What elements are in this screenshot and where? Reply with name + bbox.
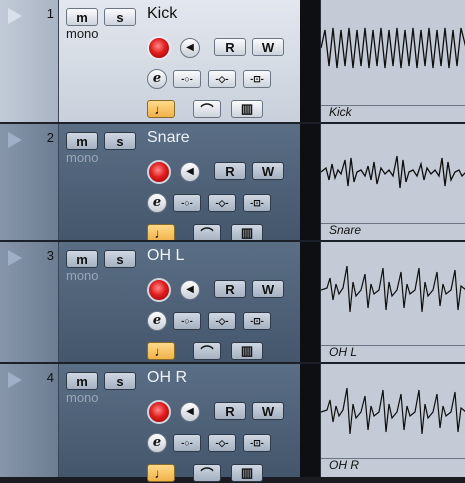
record-icon[interactable] xyxy=(147,400,171,424)
speaker-icon[interactable]: ◀ xyxy=(180,402,200,422)
track-controls: 3 m s OH L mono ◀ R W e -○- -◇- -⊡- ♩ ⌒ … xyxy=(0,242,300,364)
lock-icon[interactable]: ⌒ xyxy=(193,100,221,118)
edit-channel-button[interactable]: e xyxy=(147,69,167,89)
lock-icon[interactable]: ⌒ xyxy=(193,464,221,482)
event-lane[interactable]: Snare xyxy=(320,124,465,242)
solo-button[interactable]: s xyxy=(104,132,136,150)
divider xyxy=(300,242,320,364)
eq-icon[interactable]: -○- xyxy=(173,194,201,212)
lock-icon[interactable]: ⌒ xyxy=(193,342,221,360)
channel-config: mono xyxy=(66,390,99,405)
divider xyxy=(300,364,320,477)
track-list-panel: 1 m s Kick mono ◀ R W e -○- -◇- -⊡- ♩ ⌒ … xyxy=(0,0,465,482)
sends-icon[interactable]: -⊡- xyxy=(243,194,271,212)
track-controls: 4 m s OH R mono ◀ R W e -○- -◇- -⊡- ♩ ⌒ … xyxy=(0,364,300,482)
channel-config: mono xyxy=(66,268,99,283)
sends-icon[interactable]: -⊡- xyxy=(243,434,271,452)
track-row[interactable]: 4 m s OH R mono ◀ R W e -○- -◇- -⊡- ♩ ⌒ … xyxy=(0,364,465,482)
mute-button[interactable]: m xyxy=(66,8,98,26)
write-automation-button[interactable]: W xyxy=(252,162,284,180)
mute-button[interactable]: m xyxy=(66,372,98,390)
edit-channel-button[interactable]: e xyxy=(147,193,167,213)
read-automation-button[interactable]: R xyxy=(214,280,246,298)
track-number-column: 2 xyxy=(0,124,59,242)
mute-button[interactable]: m xyxy=(66,250,98,268)
track-number: 3 xyxy=(46,248,54,263)
waveform xyxy=(321,155,465,189)
track-number: 4 xyxy=(46,370,54,385)
eq-icon[interactable]: -○- xyxy=(173,70,201,88)
channel-config: mono xyxy=(66,26,99,41)
record-icon[interactable] xyxy=(147,36,171,60)
waveform xyxy=(321,265,465,313)
divider xyxy=(300,124,320,242)
divider xyxy=(300,0,320,124)
event-lane[interactable]: Kick xyxy=(320,0,465,124)
track-number: 1 xyxy=(46,6,54,21)
speaker-icon[interactable]: ◀ xyxy=(180,38,200,58)
read-automation-button[interactable]: R xyxy=(214,402,246,420)
read-automation-button[interactable]: R xyxy=(214,162,246,180)
event-name: OH L xyxy=(329,345,358,359)
solo-button[interactable]: s xyxy=(104,8,136,26)
musical-note-icon[interactable]: ♩ xyxy=(147,100,175,118)
solo-button[interactable]: s xyxy=(104,372,136,390)
track-controls: 1 m s Kick mono ◀ R W e -○- -◇- -⊡- ♩ ⌒ … xyxy=(0,0,300,124)
speaker-icon[interactable]: ◀ xyxy=(180,162,200,182)
track-name[interactable]: OH R xyxy=(147,369,187,387)
event-name: Snare xyxy=(329,223,362,237)
inserts-icon[interactable]: -◇- xyxy=(208,312,236,330)
track-controls: 2 m s Snare mono ◀ R W e -○- -◇- -⊡- ♩ ⌒… xyxy=(0,124,300,242)
track-row[interactable]: 3 m s OH L mono ◀ R W e -○- -◇- -⊡- ♩ ⌒ … xyxy=(0,242,465,364)
lanes-icon[interactable]: ▥ xyxy=(231,464,263,482)
triangle-expand-icon[interactable] xyxy=(8,250,22,266)
triangle-expand-icon[interactable] xyxy=(8,372,22,388)
track-row[interactable]: 1 m s Kick mono ◀ R W e -○- -◇- -⊡- ♩ ⌒ … xyxy=(0,0,465,124)
triangle-expand-icon[interactable] xyxy=(8,132,22,148)
event-lane[interactable]: OH L xyxy=(320,242,465,364)
inserts-icon[interactable]: -◇- xyxy=(208,70,236,88)
sends-icon[interactable]: -⊡- xyxy=(243,70,271,88)
edit-channel-button[interactable]: e xyxy=(147,433,167,453)
inserts-icon[interactable]: -◇- xyxy=(208,194,236,212)
track-name[interactable]: Snare xyxy=(147,129,190,147)
track-number-column: 1 xyxy=(0,0,59,124)
eq-icon[interactable]: -○- xyxy=(173,312,201,330)
record-icon[interactable] xyxy=(147,278,171,302)
sends-icon[interactable]: -⊡- xyxy=(243,312,271,330)
waveform xyxy=(321,27,465,69)
speaker-icon[interactable]: ◀ xyxy=(180,280,200,300)
musical-note-icon[interactable]: ♩ xyxy=(147,342,175,360)
track-number-column: 4 xyxy=(0,364,59,477)
event-name: Kick xyxy=(329,105,352,119)
track-number-column: 3 xyxy=(0,242,59,364)
read-automation-button[interactable]: R xyxy=(214,38,246,56)
record-icon[interactable] xyxy=(147,160,171,184)
track-name[interactable]: Kick xyxy=(147,5,177,23)
lanes-icon[interactable]: ▥ xyxy=(231,342,263,360)
edit-channel-button[interactable]: e xyxy=(147,311,167,331)
write-automation-button[interactable]: W xyxy=(252,402,284,420)
musical-note-icon[interactable]: ♩ xyxy=(147,464,175,482)
write-automation-button[interactable]: W xyxy=(252,280,284,298)
event-lane[interactable]: OH R xyxy=(320,364,465,477)
track-row[interactable]: 2 m s Snare mono ◀ R W e -○- -◇- -⊡- ♩ ⌒… xyxy=(0,124,465,242)
channel-config: mono xyxy=(66,150,99,165)
inserts-icon[interactable]: -◇- xyxy=(208,434,236,452)
write-automation-button[interactable]: W xyxy=(252,38,284,56)
track-name[interactable]: OH L xyxy=(147,247,184,265)
eq-icon[interactable]: -○- xyxy=(173,434,201,452)
event-name: OH R xyxy=(329,458,359,472)
lanes-icon[interactable]: ▥ xyxy=(231,100,263,118)
waveform xyxy=(321,387,465,435)
mute-button[interactable]: m xyxy=(66,132,98,150)
triangle-expand-icon[interactable] xyxy=(8,8,22,24)
solo-button[interactable]: s xyxy=(104,250,136,268)
track-number: 2 xyxy=(46,130,54,145)
